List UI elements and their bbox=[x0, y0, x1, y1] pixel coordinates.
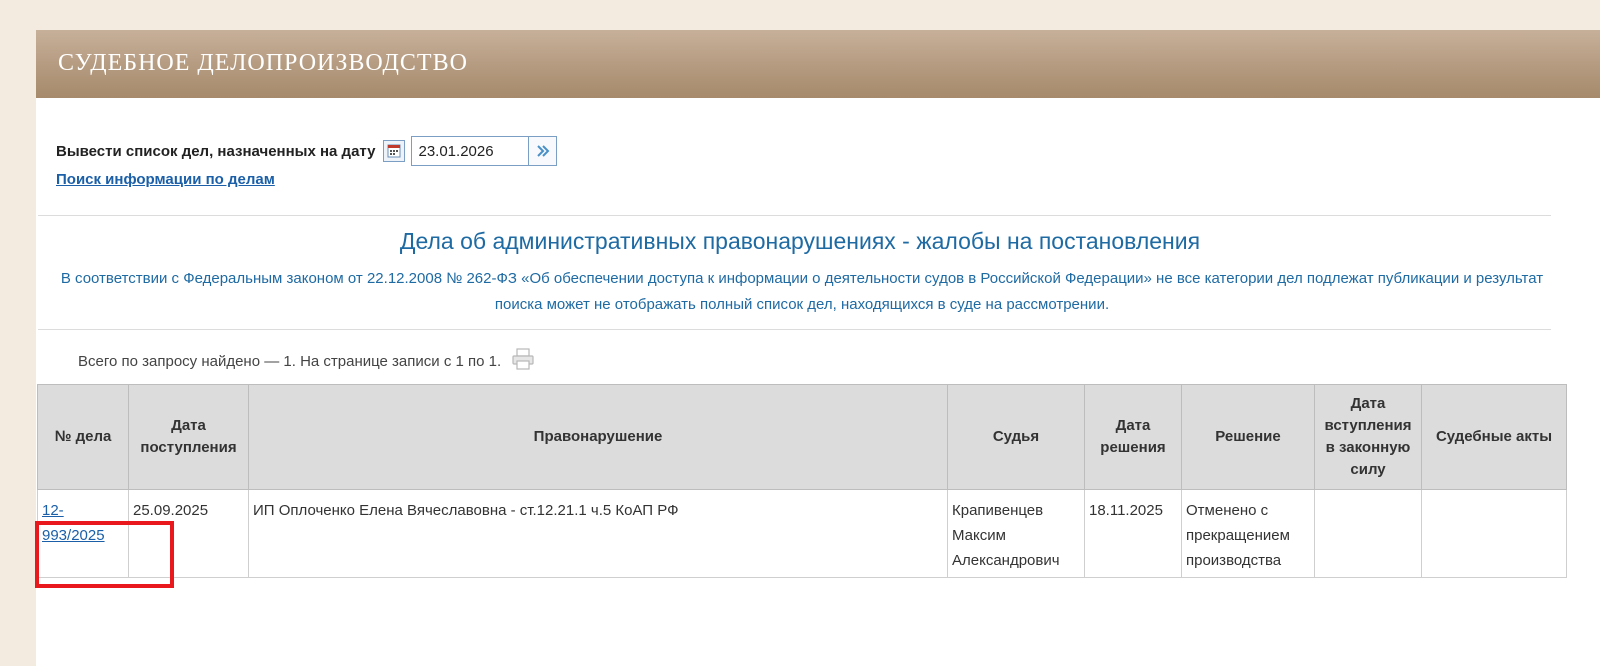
decision-line: Отменено с bbox=[1186, 502, 1269, 519]
case-number-line[interactable]: 12- bbox=[42, 502, 64, 519]
case-number-line[interactable]: 993/2025 bbox=[42, 527, 105, 544]
header-offense: Правонарушение bbox=[248, 384, 948, 490]
case-search-link[interactable]: Поиск информации по делам bbox=[56, 171, 275, 188]
divider bbox=[38, 329, 1551, 330]
cell-decision-date: 18.11.2025 bbox=[1084, 489, 1182, 578]
decision-line: прекращением bbox=[1186, 527, 1290, 544]
date-filter-label: Вывести список дел, назначенных на дату bbox=[56, 142, 376, 160]
calendar-icon[interactable] bbox=[383, 140, 406, 162]
table-header-row: № дела Дата поступления Правонарушение С… bbox=[37, 384, 1567, 490]
divider bbox=[38, 215, 1551, 216]
header-bar: СУДЕБНОЕ ДЕЛОПРОИЗВОДСТВО bbox=[36, 30, 1600, 98]
date-input[interactable] bbox=[411, 136, 530, 166]
page-background-top bbox=[0, 0, 1600, 30]
judge-name-line: Крапивенцев bbox=[952, 502, 1044, 519]
header-received-date: Дата поступления bbox=[128, 384, 249, 490]
judge-name-line: Максим bbox=[952, 527, 1006, 544]
header-effective-date: Дата вступления в законную силу bbox=[1314, 384, 1422, 490]
page-background-left bbox=[0, 0, 36, 666]
judge-name-line: Александрович bbox=[952, 552, 1060, 569]
double-chevron-right-icon[interactable] bbox=[529, 136, 558, 166]
result-count-row: Всего по запросу найдено — 1. На страниц… bbox=[78, 348, 535, 375]
decision-line: производства bbox=[1186, 552, 1282, 569]
cell-effective-date bbox=[1314, 489, 1422, 578]
header-judge: Судья bbox=[947, 384, 1085, 490]
header-decision-date: Дата решения bbox=[1084, 384, 1182, 490]
result-count: Всего по запросу найдено — 1. На страниц… bbox=[78, 353, 502, 370]
page-title: СУДЕБНОЕ ДЕЛОПРОИЗВОДСТВО bbox=[58, 50, 468, 76]
header-case-no: № дела bbox=[37, 384, 129, 490]
cell-judge: Крапивенцев Максим Александрович bbox=[947, 489, 1085, 578]
cell-decision: Отменено с прекращением производства bbox=[1181, 489, 1315, 578]
legal-notice: В соответствии с Федеральным законом от … bbox=[60, 270, 1544, 313]
case-number-link[interactable]: 12- 993/2025 bbox=[42, 502, 105, 544]
cell-court-acts bbox=[1421, 489, 1567, 578]
section-title: Дела об административных правонарушениях… bbox=[399, 228, 1201, 254]
printer-icon[interactable] bbox=[511, 348, 535, 375]
cases-table: № дела Дата поступления Правонарушение С… bbox=[37, 384, 1567, 578]
header-decision: Решение bbox=[1181, 384, 1315, 490]
cell-received-date: 25.09.2025 bbox=[128, 489, 249, 578]
cell-offense: ИП Оплоченко Елена Вячеславовна - ст.12.… bbox=[248, 489, 948, 578]
header-court-acts: Судебные акты bbox=[1421, 384, 1567, 490]
cell-case-no: 12- 993/2025 bbox=[37, 489, 129, 578]
date-filter-row: Вывести список дел, назначенных на дату bbox=[56, 136, 558, 166]
table-row: 12- 993/2025 25.09.2025 ИП Оплоченко Еле… bbox=[37, 489, 1567, 578]
